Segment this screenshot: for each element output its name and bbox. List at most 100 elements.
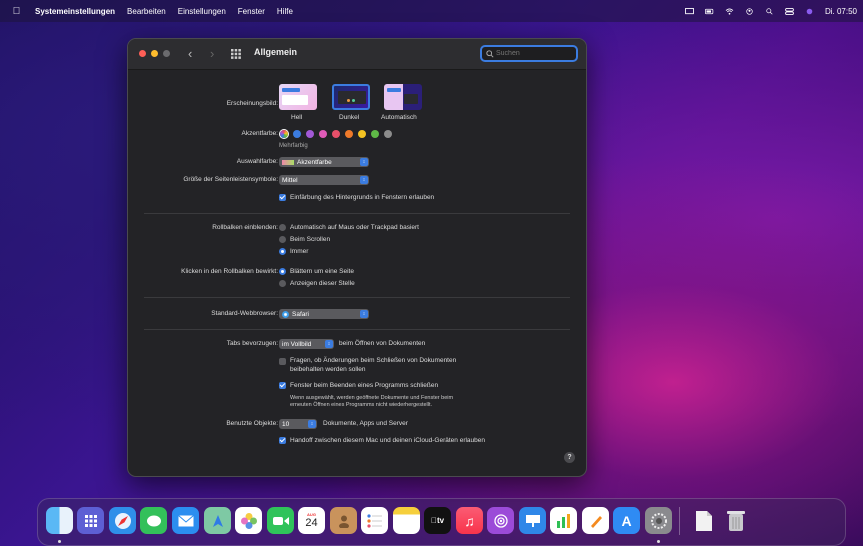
siri-icon[interactable] [805,8,814,15]
document-icon[interactable] [690,507,717,534]
scrollbars-auto-label: Automatisch auf Maus oder Trackpad basie… [290,224,419,231]
finder-icon[interactable] [46,507,73,534]
user-icon[interactable] [745,7,754,15]
pages-icon[interactable] [582,507,609,534]
chevron-updown-icon: ↕ [325,340,333,348]
system-preferences-icon[interactable] [645,507,672,534]
menu-einstellungen[interactable]: Einstellungen [178,7,226,16]
chevron-updown-icon: ↕ [308,420,316,428]
accent-label: Akzentfarbe: [241,130,279,137]
scrollbars-always-radio[interactable] [279,248,286,255]
accent-yellow-swatch[interactable] [358,130,366,138]
scroll-click-page-label: Blättern um eine Seite [290,268,354,275]
display-icon[interactable] [685,7,694,15]
divider [144,297,570,298]
highlight-swatch-icon [282,159,294,165]
close-button[interactable] [139,50,146,57]
tv-icon[interactable]: tv [424,507,451,534]
accent-caption: Mehrfarbig [279,143,308,149]
ask-keep-changes-checkbox[interactable] [279,358,286,365]
scroll-click-label: Klicken in den Rollbalken bewirkt: [181,268,278,275]
photos-icon[interactable] [235,507,262,534]
appearance-dark-label: Dunkel [339,114,360,121]
ask-keep-changes-line1: Fragen, ob Änderungen beim Schließen von… [290,357,457,364]
wifi-icon[interactable] [725,7,734,15]
title-bar: ‹ › Allgemein [128,39,586,70]
accent-green-swatch[interactable] [371,130,379,138]
accent-pink-swatch[interactable] [319,130,327,138]
preferences-window: ‹ › Allgemein Erscheinungsbild: Hell Dun… [127,38,587,477]
accent-multicolor-swatch[interactable] [280,130,288,138]
launchpad-icon[interactable] [77,507,104,534]
appearance-dark-thumb[interactable] [332,84,370,110]
scrollbars-scrolling-label: Beim Scrollen [290,236,331,243]
browser-popup[interactable]: Safari ↕ [279,309,369,319]
handoff-checkbox[interactable] [279,437,286,444]
reminders-icon[interactable] [361,507,388,534]
wallpaper-tinting-label: Einfärbung des Hintergrunds in Fenstern … [290,194,435,201]
scrollbars-label: Rollbalken einblenden: [212,224,278,231]
music-icon[interactable]: ♫ [456,507,483,534]
scroll-click-spot-label: Anzeigen dieser Stelle [290,280,355,287]
tabs-popup[interactable]: im Vollbild ↕ [279,339,334,349]
mail-icon[interactable] [172,507,199,534]
scrollbars-auto-radio[interactable] [279,224,286,231]
close-windows-note2: erneuten Öffnen eines Programms nicht wi… [290,402,433,408]
numbers-icon[interactable] [550,507,577,534]
accent-orange-swatch[interactable] [345,130,353,138]
back-chevron-icon[interactable]: ‹ [188,46,192,61]
highlight-popup[interactable]: Akzentfarbe ↕ [279,157,369,167]
forward-chevron-icon[interactable]: › [210,46,214,61]
running-indicator [657,540,660,543]
accent-blue-swatch[interactable] [293,130,301,138]
sidebar-icon-size-popup[interactable]: Mittel ↕ [279,175,369,185]
menu-app-name[interactable]: Systemeinstellungen [35,7,115,16]
appearance-auto-thumb[interactable] [384,84,422,110]
scrollbars-always-label: Immer [290,248,309,255]
wallpaper-tinting-checkbox[interactable] [279,194,286,201]
podcasts-icon[interactable] [487,507,514,534]
contacts-icon[interactable] [330,507,357,534]
safari-icon [282,310,289,318]
messages-icon[interactable] [140,507,167,534]
highlight-value: Akzentfarbe [297,158,332,166]
search-field[interactable] [480,45,578,62]
appearance-auto-label: Automatisch [381,114,417,121]
calendar-icon[interactable]: AUG 24 [298,507,325,534]
dock-divider [679,507,680,535]
spotlight-search-icon[interactable] [765,7,774,15]
accent-purple-swatch[interactable] [306,130,314,138]
clock[interactable]: Di. 07:50 [825,7,857,16]
scroll-click-page-radio[interactable] [279,268,286,275]
safari-icon[interactable] [109,507,136,534]
battery-icon[interactable] [704,8,714,15]
keynote-icon[interactable] [519,507,546,534]
show-all-grid-icon[interactable] [231,49,241,59]
accent-graphite-swatch[interactable] [384,130,392,138]
app-store-icon[interactable]: A [613,507,640,534]
menu-fenster[interactable]: Fenster [238,7,265,16]
appearance-light-label: Hell [291,114,303,121]
help-button[interactable]: ? [564,452,575,463]
accent-red-swatch[interactable] [332,130,340,138]
zoom-button[interactable] [163,50,170,57]
appearance-light-thumb[interactable] [279,84,317,110]
menu-hilfe[interactable]: Hilfe [277,7,293,16]
dock: AUG 24 tv ♫ A [37,498,846,546]
recent-items-label: Benutzte Objekte: [226,420,278,427]
recent-items-popup[interactable]: 10 ↕ [279,419,317,429]
scrollbars-scrolling-radio[interactable] [279,236,286,243]
browser-value: Safari [292,310,309,318]
trash-icon[interactable] [722,507,749,534]
scroll-click-spot-radio[interactable] [279,280,286,287]
notes-icon[interactable] [393,507,420,534]
search-input[interactable] [496,50,566,57]
minimize-button[interactable] [151,50,158,57]
menu-bearbeiten[interactable]: Bearbeiten [127,7,166,16]
apple-menu-icon[interactable]:  [12,6,21,17]
maps-icon[interactable] [204,507,231,534]
facetime-icon[interactable] [267,507,294,534]
control-center-icon[interactable] [785,7,794,15]
close-windows-checkbox[interactable] [279,382,286,389]
chevron-updown-icon: ↕ [360,310,368,318]
